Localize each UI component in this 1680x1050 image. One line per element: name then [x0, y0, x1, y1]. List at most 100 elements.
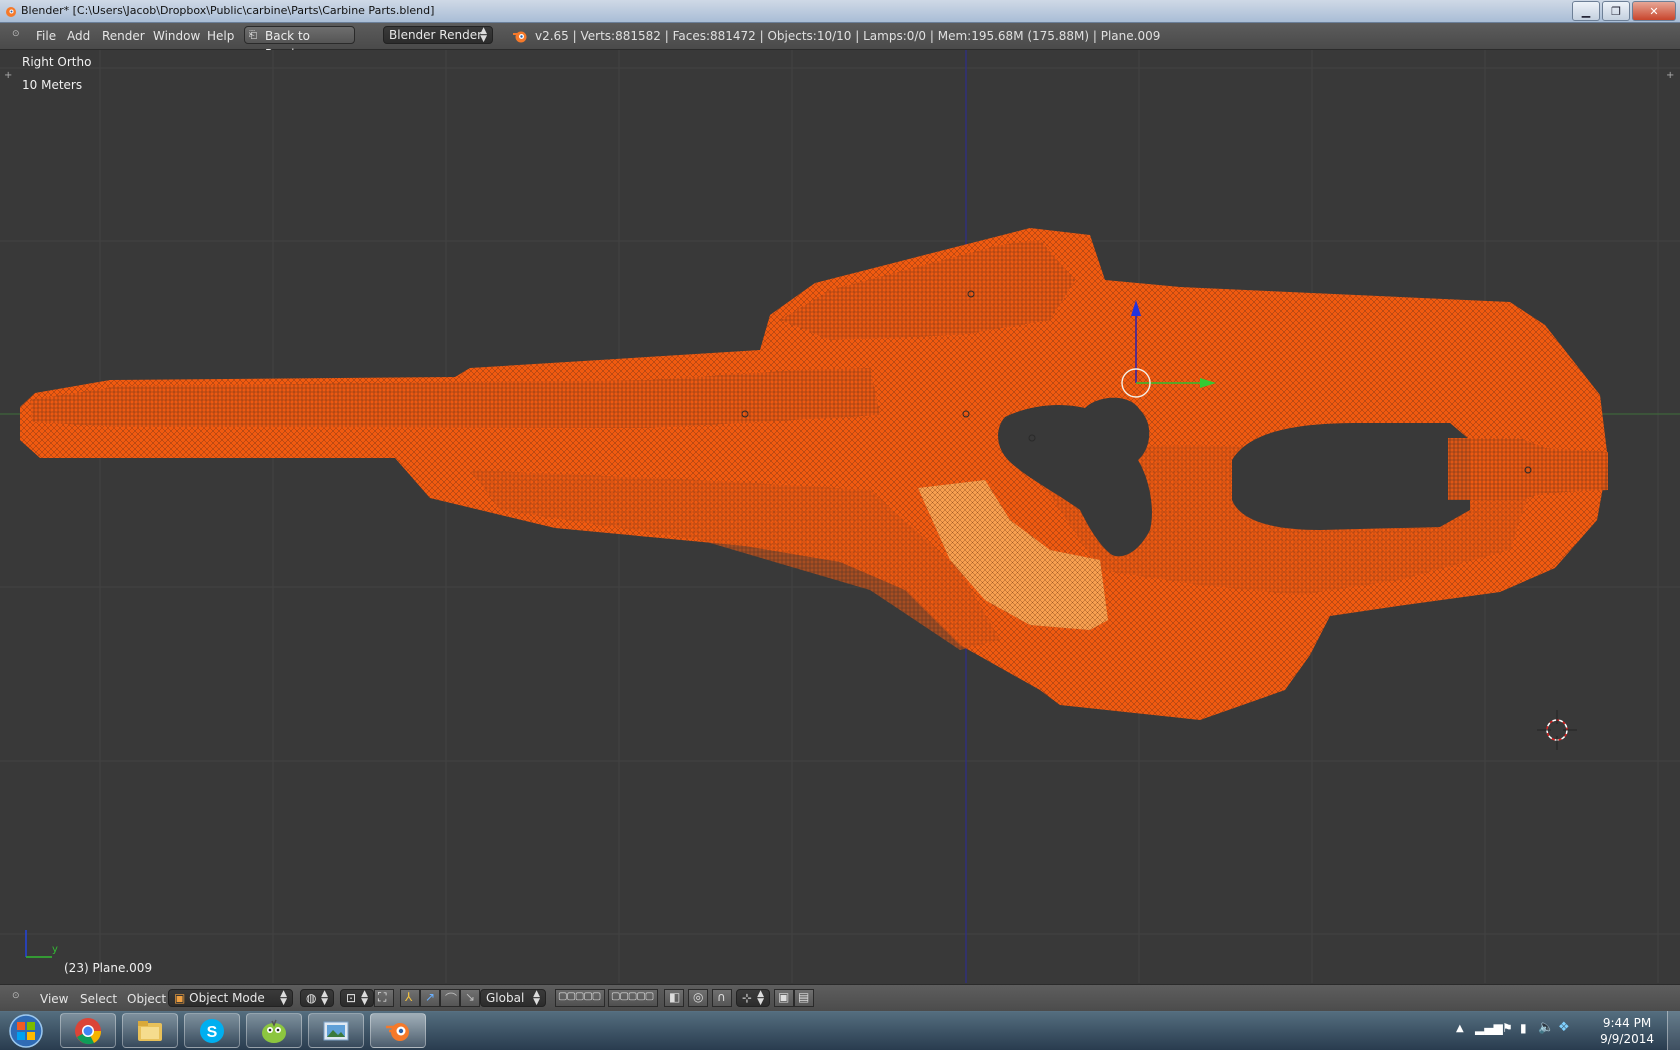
proportional-circle-icon: ◎ [693, 990, 704, 1004]
axis-gizmo-label: y [52, 944, 58, 955]
toolbar-toggle-icon[interactable]: + [4, 70, 12, 81]
layer-grid-icon: ▢▢▢▢▢ [611, 991, 654, 1002]
network-signal-icon[interactable]: ▂▄▆ [1475, 1021, 1503, 1035]
menu-view[interactable]: View [40, 992, 68, 1006]
close-button[interactable]: ✕ [1632, 1, 1676, 21]
camera-icon: ▣ [778, 990, 790, 1004]
svg-text:S: S [207, 1024, 218, 1041]
menu-help[interactable]: Help [207, 29, 234, 43]
3d-cursor [1537, 710, 1577, 750]
updown-arrow-icon: ▲ ▼ [321, 989, 328, 1007]
system-tray: ▲ ▂▄▆ ⚑ ▮ 🔈 ❖ [1450, 1011, 1580, 1050]
render-engine-select[interactable]: Blender Render ▲ ▼ [383, 26, 493, 44]
properties-toggle-icon[interactable]: + [1666, 70, 1674, 81]
screen-back-icon: ⎗ [249, 30, 257, 41]
3d-viewport[interactable]: Right Ortho 10 Meters (23) Plane.009 y +… [0, 50, 1680, 983]
mode-label: Object Mode [189, 991, 265, 1005]
window-title: Blender* [C:\Users\Jacob\Dropbox\Public\… [21, 4, 435, 17]
layer-lock-icon: ◧ [669, 990, 681, 1004]
restore-icon: ❐ [1611, 4, 1621, 18]
manipulator-toggle[interactable]: ⅄ [400, 989, 420, 1007]
show-hidden-icons-arrow[interactable]: ▲ [1456, 1023, 1464, 1034]
limit-selection-icon: ⛶ [378, 990, 387, 1004]
menu-select[interactable]: Select [80, 992, 117, 1006]
back-to-previous-button[interactable]: ⎗ Back to Previous [244, 26, 355, 61]
object-cube-icon: ▣ [174, 991, 186, 1005]
minimize-button[interactable]: ▁ [1572, 1, 1600, 21]
skype-icon: S [200, 1019, 224, 1043]
clock-time: 9:44 PM [1602, 1016, 1652, 1030]
layer-grid-icon: ▢▢▢▢▢ [558, 991, 601, 1002]
updown-arrow-icon: ▲ ▼ [280, 989, 287, 1007]
menu-add[interactable]: Add [67, 29, 90, 43]
snap-toggle[interactable]: ∩ [712, 989, 732, 1007]
transform-orientation-select[interactable]: Global ▲ ▼ [480, 989, 546, 1007]
taskbar-photo-viewer[interactable] [308, 1013, 364, 1048]
magnet-icon: ∩ [717, 990, 726, 1004]
updown-arrow-icon: ▲ ▼ [533, 989, 540, 1007]
blender-logo-icon [513, 31, 527, 43]
menu-object[interactable]: Object [127, 992, 166, 1006]
pivot-point-select[interactable]: ⊡ ▲ ▼ [340, 989, 374, 1007]
taskbar-skype[interactable]: S [184, 1013, 240, 1048]
updown-arrow-icon: ▲ ▼ [480, 26, 487, 44]
maximize-button[interactable]: ❐ [1602, 1, 1630, 21]
active-object-info: (23) Plane.009 [64, 961, 153, 975]
mode-select[interactable]: ▣ Object Mode ▲ ▼ [168, 989, 293, 1007]
scene-layers-1[interactable]: ▢▢▢▢▢ [555, 989, 605, 1007]
scene-canvas[interactable] [0, 50, 1680, 983]
render-engine-label: Blender Render [389, 28, 483, 42]
editor-type-icon[interactable]: ⊙ [12, 991, 22, 1001]
wireframe-sphere-icon: ◍ [306, 991, 317, 1005]
viewport-shading-select[interactable]: ◍ ▲ ▼ [300, 989, 334, 1007]
window-titlebar: Blender* [C:\Users\Jacob\Dropbox\Public\… [0, 0, 1680, 23]
blender-icon [386, 1023, 409, 1041]
lock-camera-layers-button[interactable]: ◧ [664, 989, 684, 1007]
dropbox-icon[interactable]: ❖ [1558, 1020, 1570, 1035]
proportional-edit-button[interactable]: ◎ [688, 989, 708, 1007]
scale-manipulator-button[interactable]: ↘ [460, 989, 480, 1007]
volume-icon[interactable]: 🔈 [1538, 1020, 1554, 1035]
editor-type-icon[interactable]: ⊙ [12, 29, 22, 39]
updown-arrow-icon: ▲ ▼ [361, 989, 368, 1007]
menu-render[interactable]: Render [102, 29, 145, 43]
snap-increment-icon: ⊹ [742, 991, 753, 1005]
translate-arrow-icon: ↗ [425, 990, 436, 1004]
opengl-animation-button[interactable]: ▤ [794, 989, 814, 1007]
info-header: ⊙ File Add Render Window Help ⎗ Back to … [0, 23, 1680, 61]
view-name: Right Ortho [22, 55, 92, 69]
orientation-label: Global [486, 991, 525, 1005]
opengl-render-button[interactable]: ▣ [774, 989, 794, 1007]
windows-taskbar: S ▲ ▂▄▆ ⚑ ▮ 🔈 ❖ 9:44 PM 9/9/2014 [0, 1011, 1680, 1050]
translate-manipulator-button[interactable]: ↗ [420, 989, 440, 1007]
game-icon [262, 1019, 286, 1043]
taskbar-explorer[interactable] [122, 1013, 178, 1048]
taskbar-game[interactable] [246, 1013, 302, 1048]
snap-element-select[interactable]: ⊹ ▲ ▼ [736, 989, 770, 1007]
rotate-manipulator-button[interactable]: ⌒ [440, 989, 460, 1007]
clapper-icon: ▤ [798, 990, 810, 1004]
close-icon: ✕ [1649, 4, 1659, 18]
power-icon[interactable]: ▮ [1520, 1021, 1527, 1035]
grid-scale: 10 Meters [22, 78, 83, 92]
blender-app-icon [6, 7, 16, 17]
chrome-icon [75, 1018, 102, 1045]
taskbar-clock[interactable]: 9:44 PM 9/9/2014 [1600, 1015, 1654, 1047]
taskbar-blender[interactable] [370, 1013, 426, 1048]
manipulator-icon: ⅄ [405, 990, 413, 1004]
file-explorer-icon [138, 1021, 162, 1041]
scale-icon: ↘ [465, 990, 476, 1004]
carbine-mesh [20, 228, 1608, 720]
menu-window[interactable]: Window [153, 29, 200, 43]
menu-file[interactable]: File [36, 29, 56, 43]
action-center-flag-icon[interactable]: ⚑ [1502, 1021, 1513, 1035]
limit-selection-button[interactable]: ⛶ [374, 989, 394, 1007]
scene-layers-2[interactable]: ▢▢▢▢▢ [608, 989, 658, 1007]
pivot-icon: ⊡ [346, 991, 357, 1005]
start-button[interactable] [4, 1012, 48, 1050]
rotate-arc-icon: ⌒ [445, 992, 458, 1006]
show-desktop-button[interactable] [1667, 1011, 1680, 1050]
taskbar-chrome[interactable] [60, 1013, 116, 1048]
photo-viewer-icon [323, 1021, 349, 1041]
scene-stats: v2.65 | Verts:881582 | Faces:881472 | Ob… [535, 29, 1161, 43]
